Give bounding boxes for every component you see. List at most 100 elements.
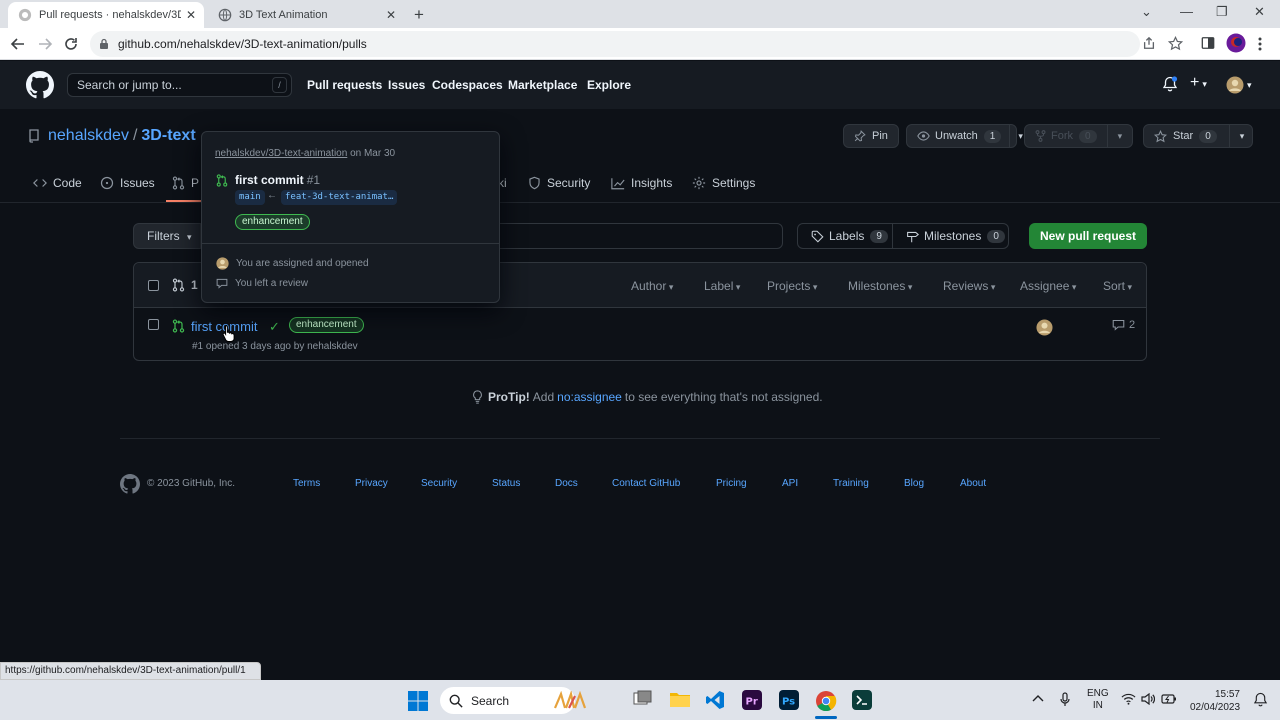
nav-pull-requests[interactable]: Pull requests [307, 78, 382, 92]
windows-start-icon[interactable] [407, 690, 429, 711]
address-bar[interactable]: github.com/nehalskdev/3D-text-animation/… [90, 31, 1140, 57]
chevron-up-icon[interactable] [1032, 693, 1044, 703]
forward-arrow-icon[interactable] [37, 36, 53, 52]
unwatch-button[interactable]: Unwatch 1 ▾ [906, 124, 1023, 148]
comments-link[interactable]: 2 [1112, 319, 1135, 331]
enhancement-label[interactable]: enhancement [289, 317, 364, 333]
code-icon [33, 177, 53, 189]
graph-icon [611, 177, 631, 190]
tab-search-chevron-icon[interactable]: ⌄ [1141, 4, 1152, 20]
filters-dropdown-button[interactable]: Filters ▾ [133, 223, 201, 249]
minimize-icon[interactable]: — [1180, 4, 1193, 19]
tab-issues[interactable]: Issues [100, 176, 155, 190]
tab-code[interactable]: Code [33, 176, 82, 190]
user-avatar[interactable]: ▾ [1226, 76, 1252, 94]
reload-icon[interactable] [63, 36, 79, 52]
tab-security[interactable]: Security [528, 176, 590, 190]
clock[interactable]: 15:57 02/04/2023 [1190, 688, 1240, 714]
repo-owner-link[interactable]: nehalskdev [48, 127, 129, 145]
footer-docs[interactable]: Docs [555, 478, 578, 489]
share-icon[interactable] [1142, 36, 1156, 50]
footer-privacy[interactable]: Privacy [355, 478, 388, 489]
sort-filter[interactable]: Sort [1103, 279, 1132, 293]
hovercard-repo-link[interactable]: nehalskdev/3D-text-animation [215, 148, 347, 159]
battery-icon[interactable] [1161, 693, 1177, 705]
checks-passed-icon[interactable]: ✓ [269, 319, 280, 335]
fork-button[interactable]: Fork 0 ▾ [1024, 124, 1133, 148]
browser-tab-3d-text[interactable]: 3D Text Animation ✕ [208, 2, 404, 28]
select-all-checkbox[interactable] [148, 280, 159, 291]
footer-terms[interactable]: Terms [293, 478, 320, 489]
microphone-icon[interactable] [1060, 692, 1070, 707]
nav-codespaces[interactable]: Codespaces [432, 78, 503, 92]
nav-explore[interactable]: Explore [587, 78, 631, 92]
footer-pricing[interactable]: Pricing [716, 478, 747, 489]
milestones-filter[interactable]: Milestones [848, 279, 912, 293]
nav-marketplace[interactable]: Marketplace [508, 78, 577, 92]
footer-about[interactable]: About [960, 478, 986, 489]
vscode-icon[interactable] [705, 690, 727, 710]
browser-menu-icon[interactable] [1258, 36, 1262, 52]
footer-contact[interactable]: Contact GitHub [612, 478, 680, 489]
tab-pull-requests[interactable]: P [172, 176, 199, 190]
reviews-filter[interactable]: Reviews [943, 279, 995, 293]
back-arrow-icon[interactable] [10, 36, 26, 52]
footer-status[interactable]: Status [492, 478, 520, 489]
author-filter[interactable]: Author [631, 279, 673, 293]
footer-security[interactable]: Security [421, 478, 457, 489]
comment-icon [216, 278, 228, 289]
task-view-icon[interactable] [633, 690, 655, 710]
volume-icon[interactable] [1141, 693, 1155, 705]
milestones-button[interactable]: Milestones 0 [893, 223, 1009, 249]
terminal-app-icon[interactable] [852, 690, 874, 710]
close-window-icon[interactable]: ✕ [1254, 4, 1265, 20]
chrome-icon[interactable] [815, 690, 837, 712]
pr-row-checkbox[interactable] [148, 319, 159, 330]
profile-avatar-icon[interactable] [1226, 33, 1246, 53]
chevron-down-icon[interactable]: ▾ [1106, 125, 1122, 147]
lock-icon[interactable] [99, 38, 109, 50]
labels-label: Labels [829, 229, 865, 243]
footer-blog[interactable]: Blog [904, 478, 924, 489]
no-assignee-link[interactable]: no:assignee [557, 390, 622, 404]
side-panel-icon[interactable] [1201, 36, 1215, 50]
hovercard-enhancement-label[interactable]: enhancement [235, 214, 310, 230]
tab-settings[interactable]: Settings [692, 176, 755, 190]
assignee-filter[interactable]: Assignee [1020, 279, 1076, 293]
maximize-icon[interactable]: ❐ [1216, 4, 1228, 20]
taskbar-search[interactable]: Search [440, 687, 587, 714]
new-pull-request-button[interactable]: New pull request [1029, 223, 1147, 249]
label-filter[interactable]: Label [704, 279, 740, 293]
notification-center-icon[interactable] [1253, 692, 1268, 707]
tab-insights[interactable]: Insights [611, 176, 672, 190]
assignee-avatar[interactable] [1036, 319, 1053, 336]
github-footer-logo-icon[interactable] [120, 474, 140, 494]
chevron-down-icon[interactable]: ▾ [1009, 125, 1023, 147]
nav-issues[interactable]: Issues [388, 78, 425, 92]
new-tab-plus-icon[interactable]: + [414, 5, 424, 25]
star-button[interactable]: Star 0 ▾ [1143, 124, 1253, 148]
repo-name-link[interactable]: 3D-text [141, 127, 195, 145]
close-tab-icon[interactable]: ✕ [186, 8, 196, 22]
file-explorer-icon[interactable] [669, 690, 691, 710]
browser-tab-pull-requests[interactable]: Pull requests · nehalskdev/3D-te ✕ [8, 2, 204, 28]
github-logo-icon[interactable] [26, 71, 54, 99]
photoshop-icon[interactable]: Ps [779, 690, 801, 710]
create-new-plus-icon[interactable]: + ▾ [1190, 74, 1207, 92]
bookmark-star-icon[interactable] [1168, 36, 1183, 51]
open-count[interactable]: 1 [191, 278, 198, 292]
chevron-down-icon[interactable]: ▾ [1228, 125, 1244, 147]
hovercard-title[interactable]: first commit #1 [216, 173, 320, 187]
hovercard-assigned-note: You are assigned and opened [216, 257, 369, 270]
footer-api[interactable]: API [782, 478, 798, 489]
pin-button[interactable]: Pin [843, 124, 899, 148]
wifi-icon[interactable] [1121, 693, 1136, 705]
close-tab-icon[interactable]: ✕ [386, 8, 396, 22]
projects-filter[interactable]: Projects [767, 279, 817, 293]
notification-bell-icon[interactable] [1162, 76, 1178, 93]
language-indicator[interactable]: ENG IN [1087, 688, 1109, 712]
global-search-input[interactable]: Search or jump to... / [67, 73, 292, 97]
footer-training[interactable]: Training [833, 478, 869, 489]
labels-button[interactable]: Labels 9 [797, 223, 893, 249]
premiere-pro-icon[interactable]: Pr [742, 690, 764, 710]
